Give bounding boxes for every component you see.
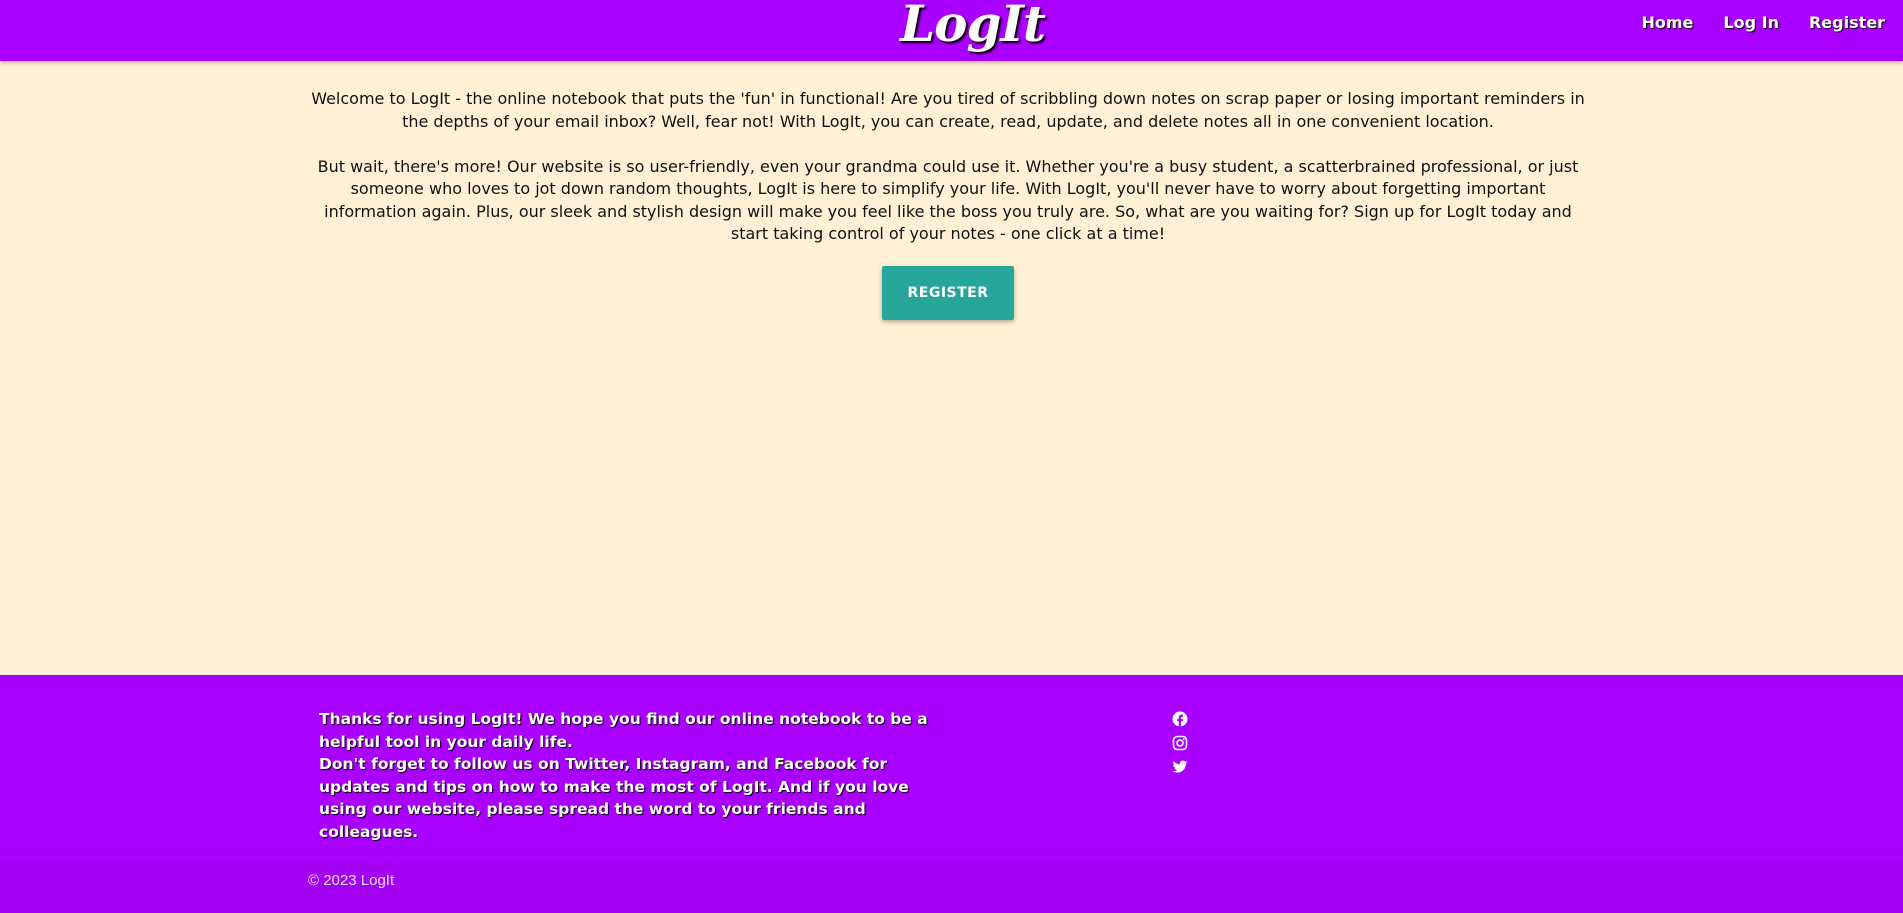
copyright-bar: © 2023 LogIt	[0, 861, 1903, 913]
nav-link-register[interactable]: Register	[1809, 12, 1885, 34]
intro-paragraph: Welcome to LogIt - the online notebook t…	[311, 89, 1585, 131]
twitter-icon[interactable]	[1172, 759, 1188, 775]
footer-text: Thanks for using LogIt! We hope you find…	[319, 708, 939, 843]
footer-follow: Don't forget to follow us on Twitter, In…	[319, 755, 909, 841]
nav-link-home[interactable]: Home	[1642, 12, 1694, 34]
nav-link-login[interactable]: Log In	[1723, 12, 1779, 34]
brand-logo[interactable]: LogIt	[900, 0, 1046, 53]
instagram-icon[interactable]	[1172, 735, 1188, 751]
navbar: LogIt Home Log In Register	[0, 0, 1903, 61]
nav-links: Home Log In Register	[1642, 12, 1886, 34]
footer: Thanks for using LogIt! We hope you find…	[0, 675, 1903, 913]
facebook-icon[interactable]	[1172, 711, 1188, 727]
register-button[interactable]: REGISTER	[882, 266, 1014, 320]
social-links	[1172, 711, 1188, 775]
footer-thanks: Thanks for using LogIt! We hope you find…	[319, 710, 928, 751]
main-content: Welcome to LogIt - the online notebook t…	[305, 88, 1591, 320]
copyright-text: © 2023 LogIt	[308, 872, 395, 889]
details-paragraph: But wait, there's more! Our website is s…	[317, 156, 1579, 244]
